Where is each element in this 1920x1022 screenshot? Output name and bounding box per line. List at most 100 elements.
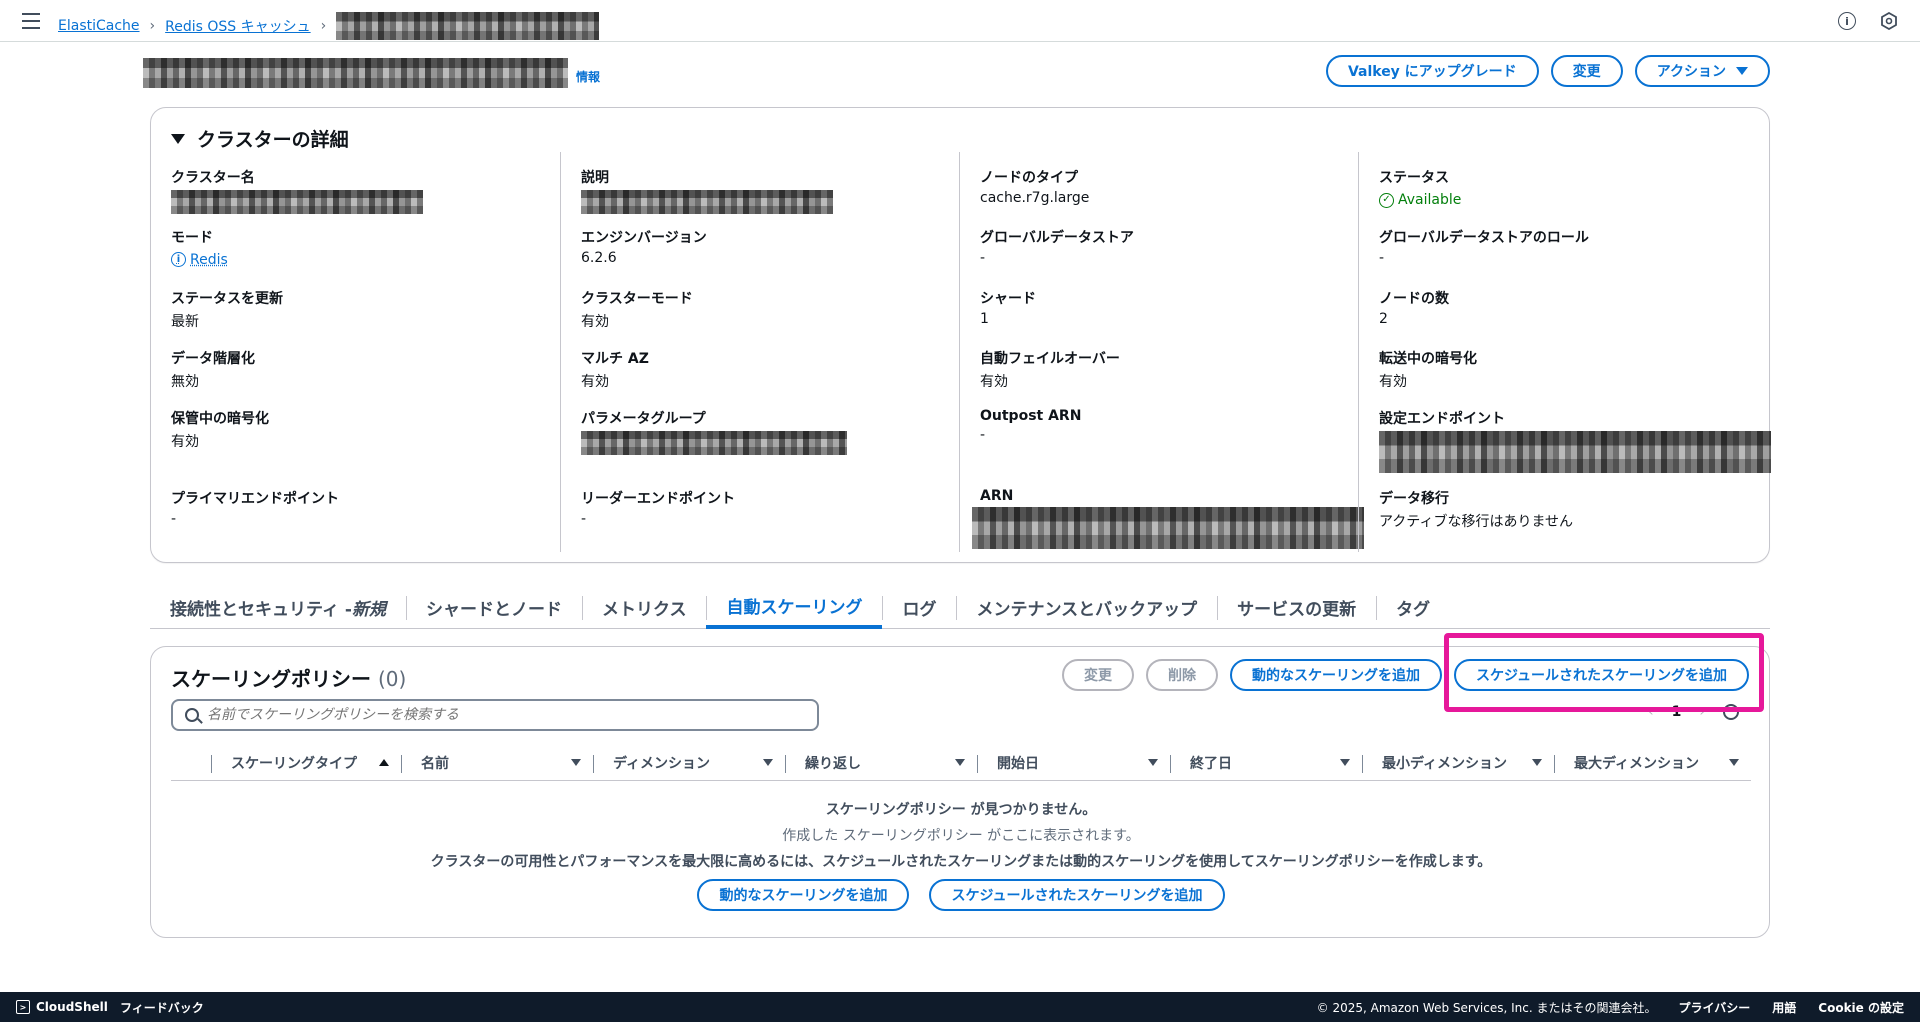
parameter-group-redacted[interactable] [581,431,847,455]
empty-add-scheduled-button[interactable]: スケジュールされたスケーリングを追加 [929,879,1225,911]
field-value: 有効 [581,314,609,330]
col-recurrence[interactable]: 繰り返し [785,745,977,781]
feedback-link[interactable]: フィードバック [120,999,204,1016]
info-icon: i [171,252,186,267]
field-label: プライマリエンドポイント [171,491,339,507]
chevron-right-icon: › [149,18,156,34]
empty-title: スケーリングポリシー が見つかりません。 [825,802,1097,818]
col-end-date[interactable]: 終了日 [1170,745,1362,781]
menu-icon[interactable] [22,13,40,29]
field-label: ノードのタイプ [980,170,1078,186]
col-dimension[interactable]: ディメンション [593,745,785,781]
cookie-settings-link[interactable]: Cookie の設定 [1818,999,1904,1016]
col-label: 終了日 [1190,755,1232,772]
field-value: 2 [1379,311,1388,327]
field-label: グローバルデータストア [980,230,1134,246]
search-icon [185,708,199,722]
table-header: スケーリングタイプ 名前 ディメンション 繰り返し 開始日 終了日 最小ディメン… [171,745,1751,781]
sort-icon[interactable] [571,758,581,766]
tab-logs[interactable]: ログ [882,586,956,629]
field-value: 無効 [171,374,199,390]
highlight-box [1444,633,1764,712]
add-dynamic-scaling-button[interactable]: 動的なスケーリングを追加 [1229,659,1442,691]
status-available: ✓ Available [1379,192,1461,208]
tab-shards-nodes[interactable]: シャードとノード [405,586,582,629]
field-value: 有効 [171,434,199,450]
field-label: ARN [980,488,1014,504]
field-label: ノードの数 [1379,291,1449,307]
col-scaling-type[interactable]: スケーリングタイプ [211,745,401,781]
empty-add-dynamic-button[interactable]: 動的なスケーリングを追加 [697,879,910,911]
tab-metrics[interactable]: メトリクス [581,586,707,629]
search-box [171,699,819,731]
sort-icon[interactable] [1148,758,1158,766]
field-label: 説明 [581,170,609,186]
field-label: グローバルデータストアのロール [1379,230,1589,246]
tab-service-updates[interactable]: サービスの更新 [1217,586,1376,629]
top-navigation-bar: ElastiCache › Redis OSS キャッシュ › i [0,0,1920,42]
tab-auto-scaling[interactable]: 自動スケーリング [706,586,883,629]
scaling-count: (0) [377,667,407,691]
privacy-link[interactable]: プライバシー [1679,999,1751,1016]
expand-triangle-icon [171,133,185,144]
delete-policy-button[interactable]: 削除 [1145,659,1218,691]
field-label: データ移行 [1379,491,1449,507]
col-label: 最小ディメンション [1382,755,1508,772]
settings-hex-icon[interactable] [1880,12,1898,30]
col-label: 名前 [421,755,449,772]
field-value: 有効 [581,374,609,390]
sort-icon[interactable] [955,758,965,766]
sort-icon[interactable] [1340,758,1350,766]
field-label: クラスター名 [171,170,255,186]
field-value: 最新 [171,314,199,330]
col-label: ディメンション [613,755,711,772]
mode-link[interactable]: i Redis [171,252,228,268]
info-icon[interactable]: i [1838,12,1856,30]
col-label: 開始日 [997,755,1039,772]
tab-maintenance-backup[interactable]: メンテナンスとバックアップ [956,586,1217,629]
field-label: 保管中の暗号化 [171,411,269,427]
actions-dropdown-button[interactable]: アクション [1634,55,1770,87]
col-start-date[interactable]: 開始日 [977,745,1170,781]
sort-icon[interactable] [1532,758,1542,766]
col-min-dimension[interactable]: 最小ディメンション [1362,745,1554,781]
info-link[interactable]: 情報 [576,68,600,85]
field-label: ステータス [1379,170,1449,186]
field-label: Outpost ARN [980,408,1082,424]
details-column-1: クラスター名 モード i Redis ステータスを更新 最新 データ階層化 無効 保管中… [151,152,551,552]
breadcrumb-elasticache[interactable]: ElastiCache [58,18,140,34]
details-column-2: 説明 エンジンバージョン 6.2.6 クラスターモード 有効 マルチ AZ 有効 パラ… [560,152,960,552]
field-value: 6.2.6 [581,250,617,266]
empty-description: クラスターの可用性とパフォーマンスを最大限に高めるには、スケジュールされたスケー… [430,854,1492,870]
field-value: - [1379,250,1385,266]
breadcrumb-redis-caches[interactable]: Redis OSS キャッシュ [165,16,310,36]
modify-policy-button[interactable]: 変更 [1061,659,1134,691]
sort-icon[interactable] [763,758,773,766]
field-value: 有効 [1379,374,1407,390]
arn-redacted [972,507,1364,549]
breadcrumb: ElastiCache › Redis OSS キャッシュ › [58,12,600,40]
empty-subtitle: 作成した スケーリングポリシー がここに表示されます。 [782,828,1140,844]
field-value: cache.r7g.large [980,190,1090,206]
col-label: 繰り返し [805,755,861,772]
details-title: クラスターの詳細 [197,129,349,151]
col-label: 最大ディメンション [1574,755,1700,772]
tab-tags[interactable]: タグ [1376,586,1450,629]
description-redacted [581,190,833,214]
tab-connectivity-security[interactable]: 接続性とセキュリティ - 新規 [150,586,406,629]
upgrade-valkey-button[interactable]: Valkey にアップグレード [1325,55,1539,87]
search-input[interactable] [207,707,787,723]
scaling-title-text: スケーリングポリシー [171,667,371,691]
cluster-title-redacted [143,58,568,88]
col-name[interactable]: 名前 [401,745,593,781]
details-column-4: ステータス ✓ Available グローバルデータストアのロール - ノードの数 2 … [1358,152,1771,552]
col-max-dimension[interactable]: 最大ディメンション [1554,745,1751,781]
sort-icon[interactable] [1729,758,1739,766]
terms-link[interactable]: 用語 [1772,999,1796,1016]
terminal-icon: > [16,1000,30,1014]
modify-button[interactable]: 変更 [1550,55,1623,87]
sort-asc-icon[interactable] [379,758,389,766]
field-value: - [980,250,986,266]
cloudshell-button[interactable]: > CloudShell [16,1000,108,1014]
details-toggle[interactable]: クラスターの詳細 [171,125,349,152]
